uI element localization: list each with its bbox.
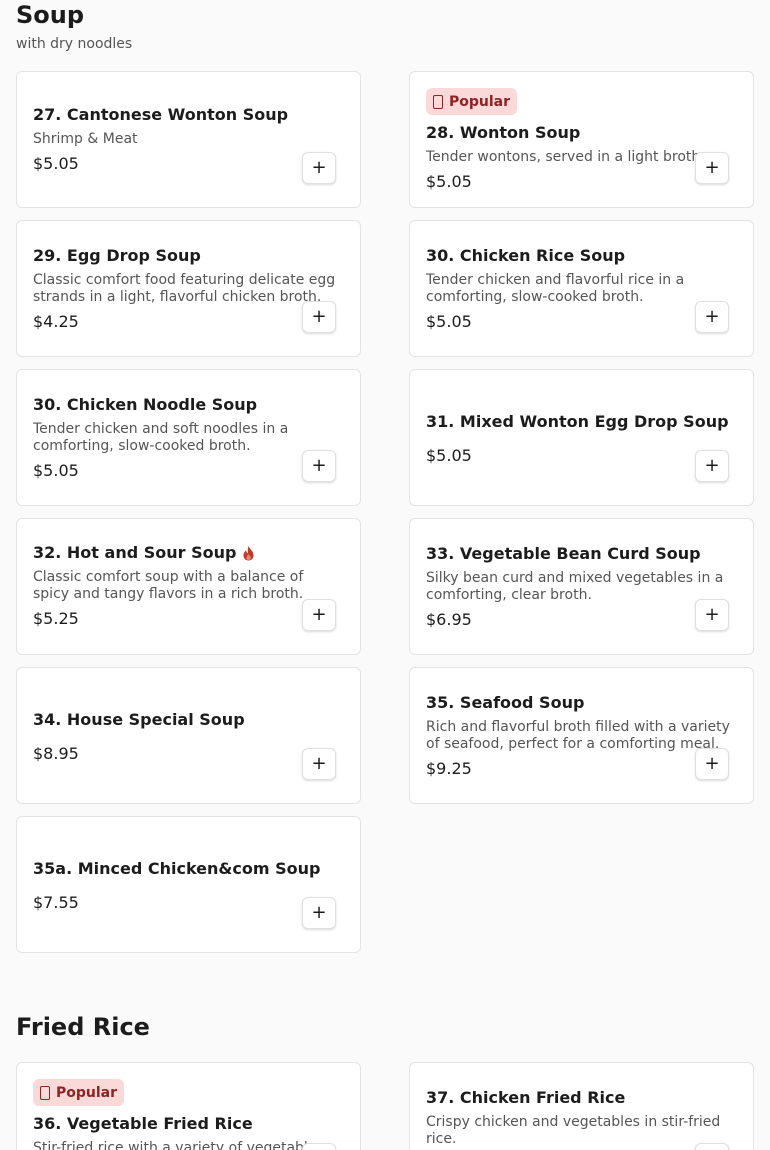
item-description: Rich and flavorful broth filled with a v… [426, 719, 730, 752]
item-price: $5.05 [426, 312, 472, 331]
item-name: 35a. Minced Chicken&com Soup [33, 859, 321, 878]
phone-icon [433, 94, 443, 109]
menu-item-card[interactable]: 35. Seafood Soup Rich and flavorful brot… [409, 667, 754, 804]
menu-item-card[interactable]: 31. Mixed Wonton Egg Drop Soup $5.05 + [409, 369, 754, 506]
item-price: $6.95 [426, 610, 472, 629]
menu-item-card[interactable]: Popular 28. Wonton Soup Tender wontons, … [409, 71, 754, 208]
item-name: 30. Chicken Noodle Soup [33, 395, 258, 414]
menu-item-card[interactable]: 32. Hot and Sour Soup Classic comfort so… [16, 518, 361, 655]
badge-label: Popular [449, 93, 511, 110]
item-name: 28. Wonton Soup [426, 123, 581, 142]
section-title: Fried Rice [16, 1013, 150, 1041]
item-description: Stir-fried rice with a variety of vegeta… [33, 1140, 308, 1150]
menu-item-card[interactable]: 30. Chicken Rice Soup Tender chicken and… [409, 220, 754, 357]
add-to-cart-button[interactable]: + [302, 1143, 336, 1150]
item-description: Classic comfort soup with a balance of s… [33, 569, 304, 602]
item-price: $5.05 [426, 446, 472, 465]
menu-item-card[interactable]: Popular 36. Vegetable Fried Rice Stir-fr… [16, 1062, 361, 1150]
item-description: Silky bean curd and mixed vegetables in … [426, 570, 724, 603]
menu-item-card[interactable]: 27. Cantonese Wonton Soup Shrimp & Meat … [16, 71, 361, 208]
item-price: $4.25 [33, 312, 79, 331]
item-name: 29. Egg Drop Soup [33, 246, 201, 265]
fried-rice-section-header: Fried Rice [16, 1012, 754, 1042]
item-name-row: 32. Hot and Sour Soup [33, 543, 344, 563]
add-to-cart-button[interactable]: + [695, 1143, 729, 1150]
add-to-cart-button[interactable]: + [695, 450, 729, 482]
badge-label: Popular [56, 1084, 118, 1101]
section-subtitle: with dry noodles [16, 36, 133, 52]
item-price: $5.25 [33, 609, 79, 628]
item-price: $9.25 [426, 759, 472, 778]
add-to-cart-button[interactable]: + [695, 748, 729, 780]
item-description: Tender chicken and soft noodles in a com… [33, 421, 289, 454]
item-description: Tender chicken and flavorful rice in a c… [426, 272, 685, 305]
item-price: $5.05 [33, 154, 79, 173]
item-description: Shrimp & Meat [33, 131, 138, 147]
menu-item-card[interactable]: 34. House Special Soup $8.95 + [16, 667, 361, 804]
add-to-cart-button[interactable]: + [695, 301, 729, 333]
add-to-cart-button[interactable]: + [302, 748, 336, 780]
item-name: 32. Hot and Sour Soup [33, 543, 237, 562]
menu-item-card[interactable]: 29. Egg Drop Soup Classic comfort food f… [16, 220, 361, 357]
popular-badge: Popular [33, 1079, 125, 1106]
add-to-cart-button[interactable]: + [695, 152, 729, 184]
item-price: $8.95 [33, 744, 79, 763]
item-description: Crispy chicken and vegetables in stir-fr… [426, 1114, 721, 1147]
item-price: $7.55 [33, 893, 79, 912]
item-price: $5.05 [426, 172, 472, 191]
phone-icon [40, 1085, 50, 1100]
menu-item-card[interactable]: 33. Vegetable Bean Curd Soup Silky bean … [409, 518, 754, 655]
add-to-cart-button[interactable]: + [302, 301, 336, 333]
add-to-cart-button[interactable]: + [302, 897, 336, 929]
item-name: 30. Chicken Rice Soup [426, 246, 626, 265]
menu-item-card[interactable]: 35a. Minced Chicken&com Soup $7.55 + [16, 816, 361, 953]
add-to-cart-button[interactable]: + [302, 152, 336, 184]
add-to-cart-button[interactable]: + [695, 599, 729, 631]
popular-badge: Popular [426, 88, 518, 115]
menu-item-card[interactable]: 37. Chicken Fried Rice Crispy chicken an… [409, 1062, 754, 1150]
item-description: Tender wontons, served in a light broth. [426, 149, 701, 165]
item-name: 37. Chicken Fried Rice [426, 1088, 626, 1107]
item-description: Classic comfort food featuring delicate … [33, 272, 336, 305]
add-to-cart-button[interactable]: + [302, 450, 336, 482]
add-to-cart-button[interactable]: + [302, 599, 336, 631]
item-name: 27. Cantonese Wonton Soup [33, 105, 289, 124]
item-name: 33. Vegetable Bean Curd Soup [426, 544, 701, 563]
item-name: 31. Mixed Wonton Egg Drop Soup [426, 412, 729, 431]
soup-section-header: Soup with dry noodles [16, 0, 754, 53]
item-name: 36. Vegetable Fried Rice [33, 1114, 253, 1133]
item-name: 34. House Special Soup [33, 710, 245, 729]
menu-item-card[interactable]: 30. Chicken Noodle Soup Tender chicken a… [16, 369, 361, 506]
spicy-flame-icon [243, 545, 254, 560]
item-name: 35. Seafood Soup [426, 693, 585, 712]
section-title: Soup [16, 1, 85, 29]
item-price: $5.05 [33, 461, 79, 480]
